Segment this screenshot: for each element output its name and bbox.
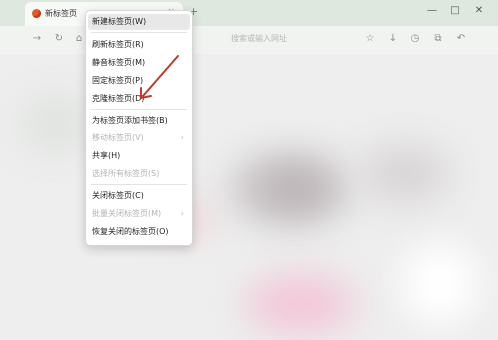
- annotation-arrow: [140, 55, 179, 99]
